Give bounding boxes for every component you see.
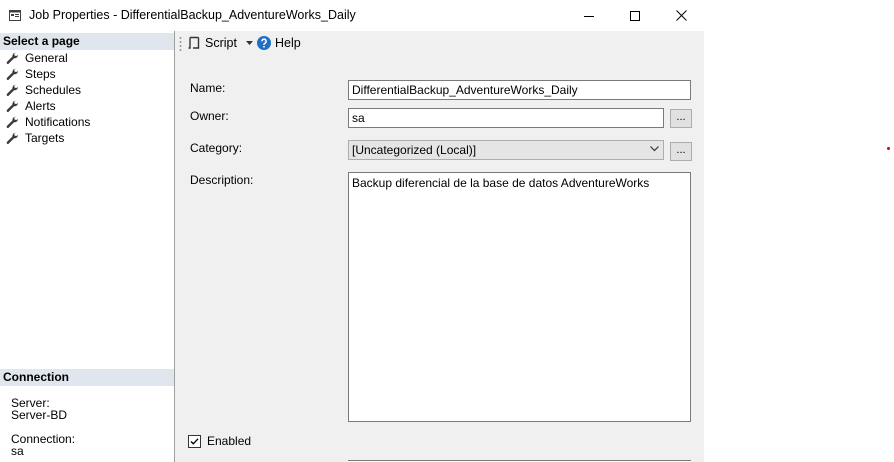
title-bar: Job Properties - DifferentialBackup_Adve… [0, 0, 704, 31]
page-item-notifications[interactable]: Notifications [6, 114, 90, 130]
page-item-schedules[interactable]: Schedules [6, 82, 81, 98]
page-item-targets[interactable]: Targets [6, 130, 64, 146]
page-selector-panel: Select a page General Steps Schedules Al… [0, 31, 175, 462]
wrench-icon [6, 116, 18, 128]
description-label: Description: [190, 173, 254, 187]
page-item-label: Alerts [25, 99, 56, 113]
toolbar: Script Help [175, 31, 704, 68]
wrench-icon [6, 52, 18, 64]
maximize-button[interactable] [612, 0, 658, 31]
page-item-label: General [25, 51, 68, 65]
close-button[interactable] [658, 0, 704, 31]
connection-value: sa [11, 444, 24, 458]
description-field[interactable]: Backup diferencial de la base de datos A… [348, 172, 691, 422]
minimize-button[interactable] [566, 0, 612, 31]
category-select[interactable]: [Uncategorized (Local)] [348, 140, 664, 160]
close-icon [675, 10, 687, 21]
cursor-dot [887, 147, 890, 150]
help-button[interactable]: Help [257, 35, 301, 51]
connection-header: Connection [0, 369, 174, 386]
category-value: [Uncategorized (Local)] [352, 143, 477, 157]
page-item-label: Steps [25, 67, 56, 81]
select-page-header: Select a page [0, 33, 174, 50]
page-item-general[interactable]: General [6, 50, 68, 66]
enabled-label: Enabled [207, 434, 252, 448]
page-item-label: Notifications [25, 115, 91, 129]
owner-label: Owner: [190, 109, 229, 123]
wrench-icon [6, 68, 18, 80]
page-item-label: Targets [25, 131, 65, 145]
category-browse-button[interactable]: ... [670, 142, 692, 161]
wrench-icon [6, 84, 18, 96]
category-label: Category: [190, 141, 243, 155]
enabled-checkbox[interactable] [188, 435, 201, 448]
chevron-down-icon [650, 146, 659, 152]
script-icon [188, 36, 200, 49]
general-page: Name: Owner: ... Category: [Uncategorize… [175, 67, 704, 462]
toolbar-grip[interactable] [179, 36, 182, 52]
owner-field[interactable] [348, 108, 664, 128]
script-button[interactable]: Script [187, 35, 253, 51]
chevron-down-icon[interactable] [245, 41, 253, 45]
help-label: Help [275, 36, 301, 50]
wrench-icon [6, 132, 18, 144]
wrench-icon [6, 100, 18, 112]
page-item-alerts[interactable]: Alerts [6, 98, 56, 114]
minimize-icon [584, 15, 594, 17]
job-properties-window: Job Properties - DifferentialBackup_Adve… [0, 0, 704, 462]
window-title: Job Properties - DifferentialBackup_Adve… [29, 8, 356, 22]
help-icon [257, 36, 271, 50]
window-app-icon [9, 10, 21, 21]
server-value: Server-BD [11, 408, 68, 422]
owner-browse-button[interactable]: ... [670, 109, 692, 128]
name-label: Name: [190, 81, 226, 95]
page-item-label: Schedules [25, 83, 82, 97]
page-item-steps[interactable]: Steps [6, 66, 56, 82]
checkmark-icon [190, 438, 199, 445]
maximize-icon [630, 10, 640, 21]
name-field[interactable] [348, 80, 691, 100]
script-label: Script [205, 36, 237, 50]
